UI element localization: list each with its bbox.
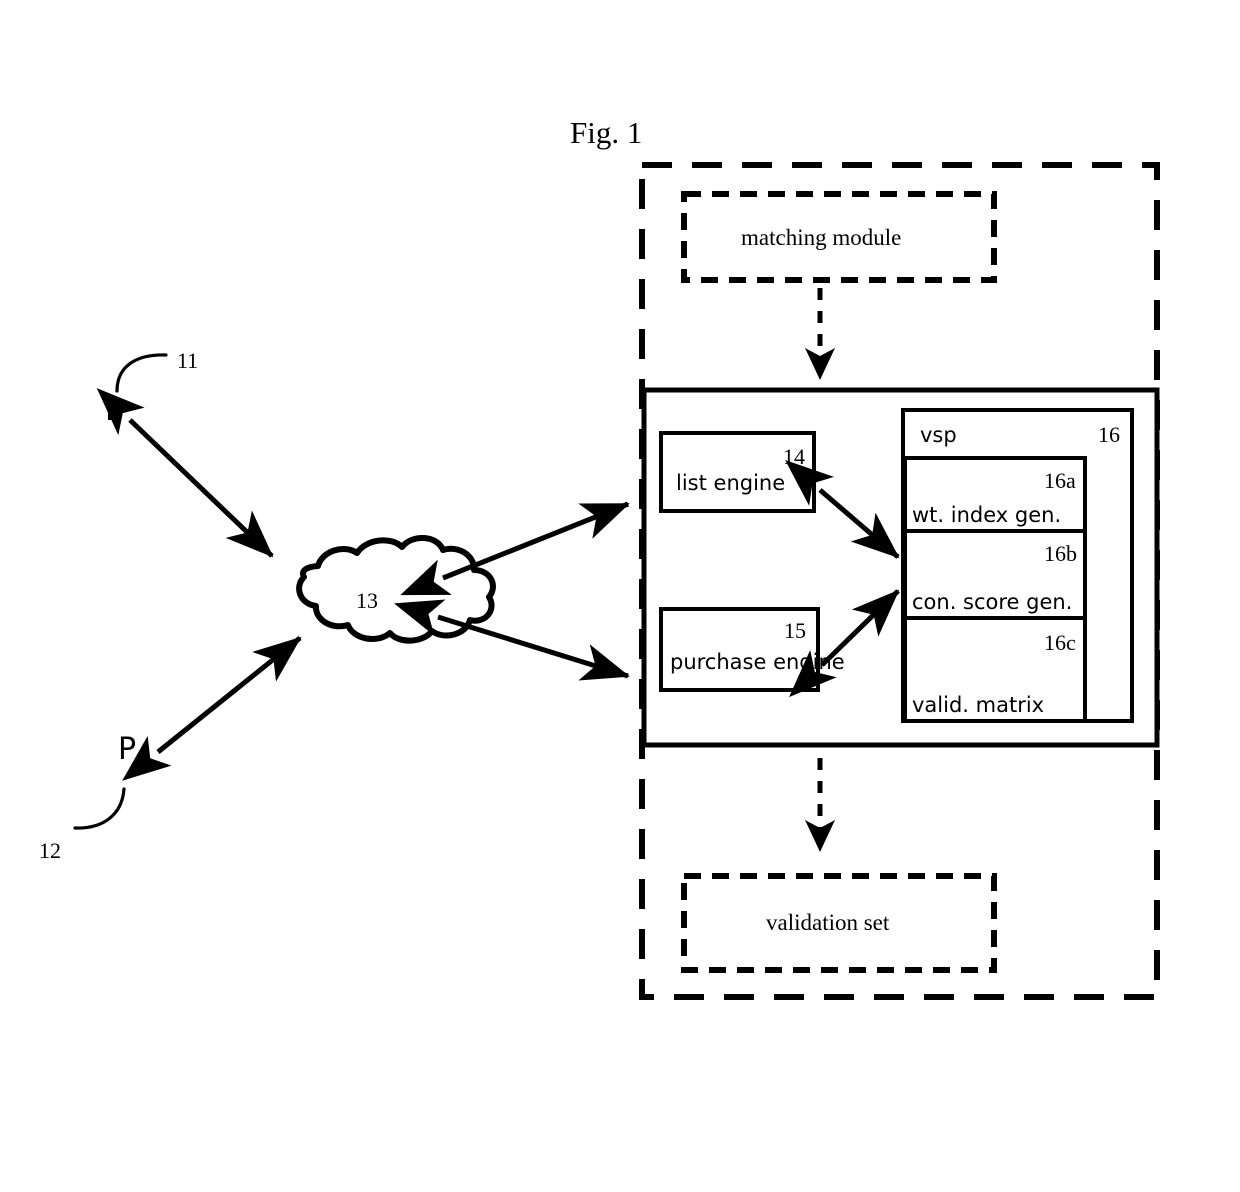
core-container xyxy=(641,387,1160,748)
arrow-network-system-lower xyxy=(394,599,630,681)
figure-canvas: Fig. 1 L 11 P 12 13 matching module vali… xyxy=(0,0,1240,1192)
vsp-box xyxy=(901,408,1134,723)
valid-matrix-label: valid. matrix xyxy=(912,693,1045,717)
ref-number-15: 15 xyxy=(784,618,806,643)
con-score-gen-label: con. score gen. xyxy=(912,590,1073,614)
wt-index-gen-label: wt. index gen. xyxy=(912,503,1062,527)
arrow-list-engine-vsp xyxy=(785,460,900,559)
ref-number-16c: 16c xyxy=(1044,630,1076,655)
purchase-engine-label: purchase engine xyxy=(670,650,845,674)
network-cloud xyxy=(296,535,496,644)
list-engine-label: list engine xyxy=(676,471,786,495)
matching-module-label: matching module xyxy=(741,225,902,250)
ref-number-16a: 16a xyxy=(1044,468,1076,493)
node-letter-L: L xyxy=(105,393,122,428)
ref-number-16b: 16b xyxy=(1044,541,1077,566)
arrow-L-network xyxy=(96,388,274,558)
lead-line-12 xyxy=(73,787,126,830)
lead-line-11 xyxy=(115,353,168,393)
figure-title: Fig. 1 xyxy=(570,115,643,150)
network-label-13: 13 xyxy=(356,588,378,613)
ref-number-11: 11 xyxy=(177,348,199,373)
validation-set-label: validation set xyxy=(766,910,890,935)
arrow-network-system-upper xyxy=(400,501,630,596)
vsp-label: vsp xyxy=(920,423,957,447)
node-letter-P: P xyxy=(118,732,137,767)
ref-number-16: 16 xyxy=(1098,422,1120,447)
ref-number-14: 14 xyxy=(783,444,805,469)
system-boundary xyxy=(639,162,1160,1000)
arrow-P-network xyxy=(122,636,302,781)
ref-number-12: 12 xyxy=(39,838,61,863)
